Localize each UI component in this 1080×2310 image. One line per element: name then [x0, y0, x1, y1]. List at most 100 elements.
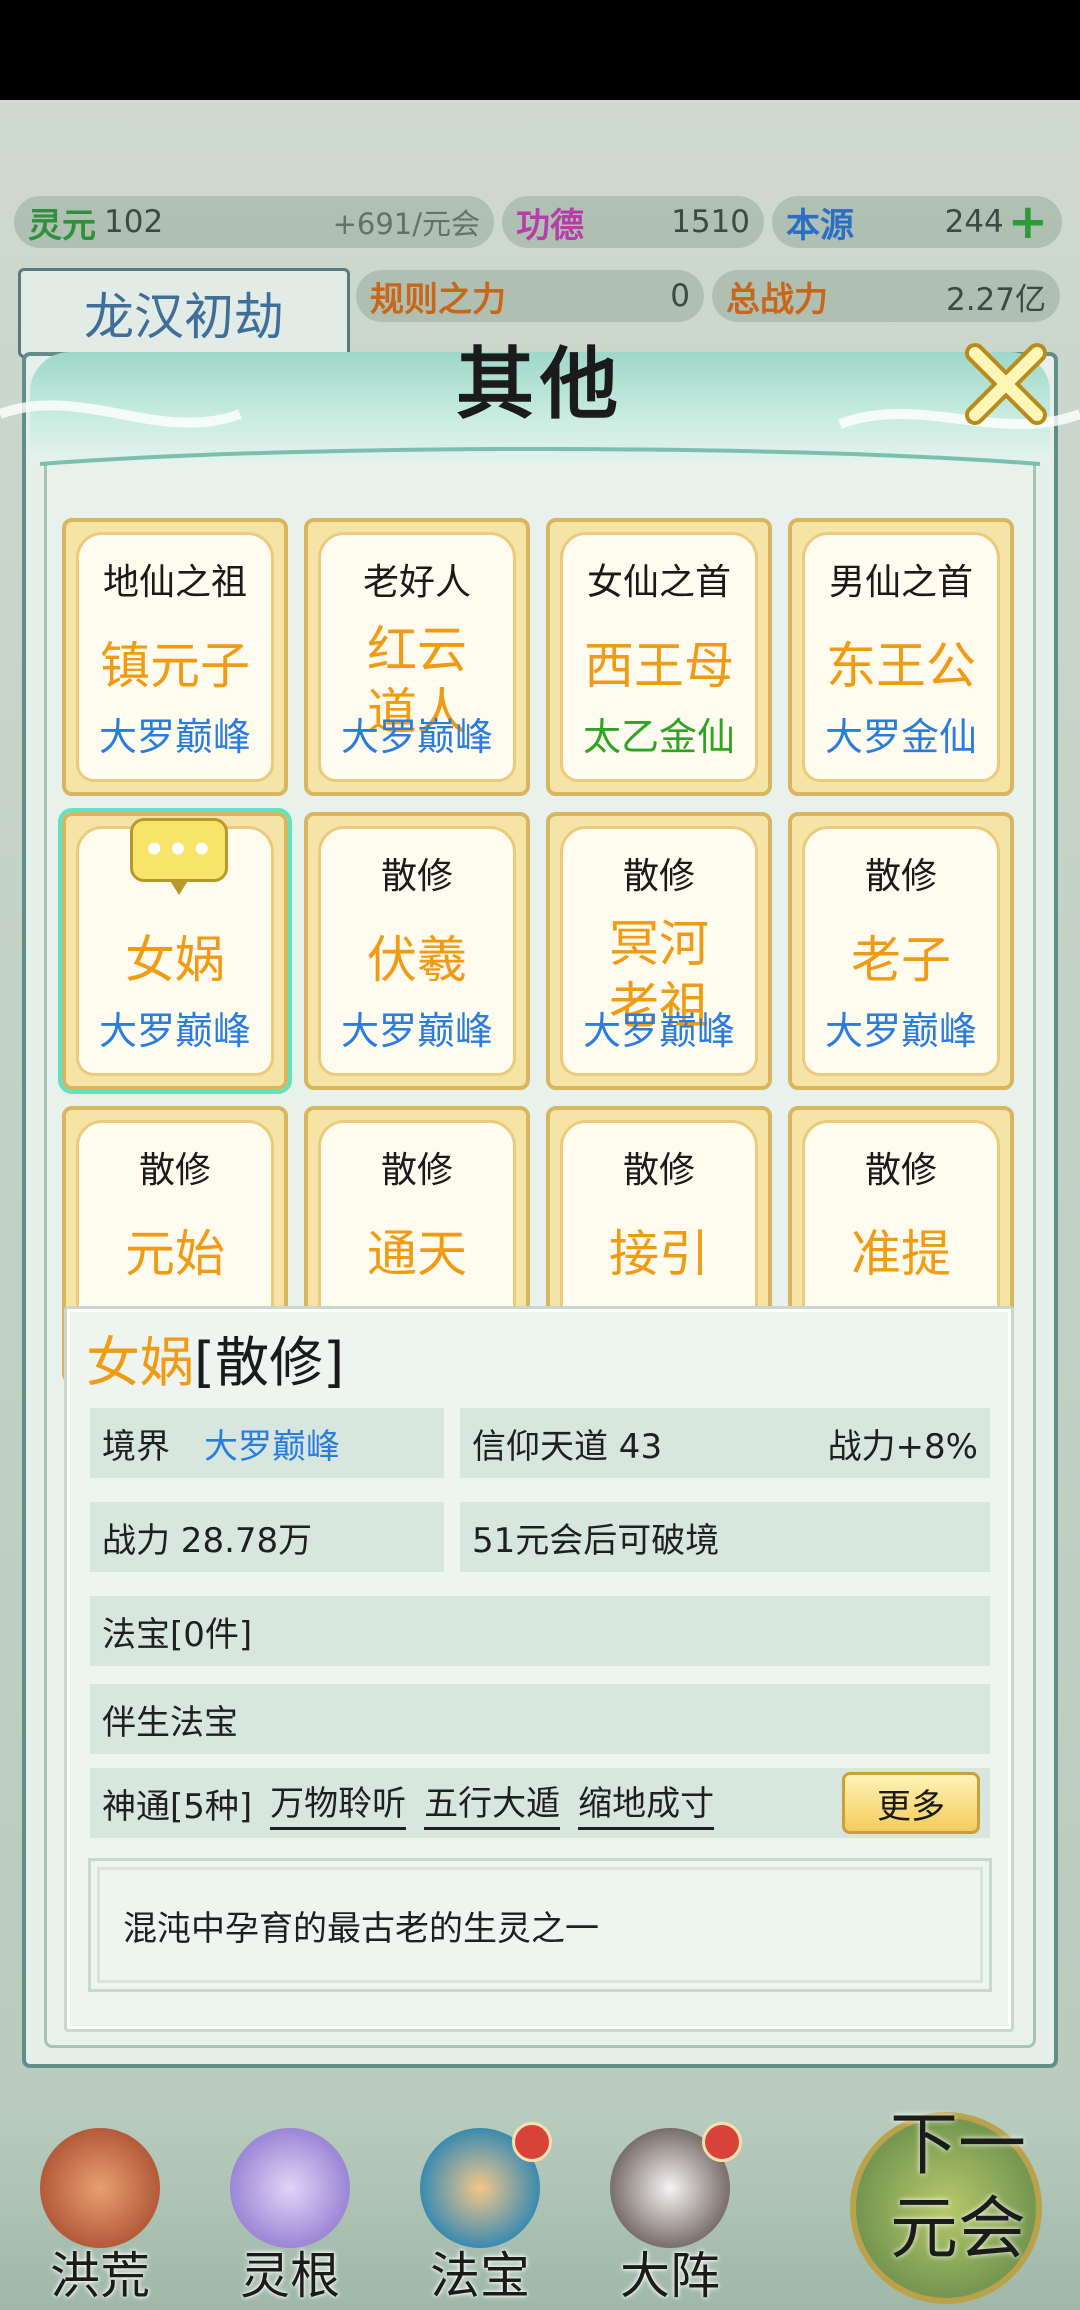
character-card[interactable]: 男仙之首东王公大罗金仙	[788, 518, 1014, 796]
notification-dot-icon	[512, 2122, 552, 2162]
card-face: 散修 老子 大罗巅峰	[802, 826, 1000, 1076]
card-role: 老好人	[362, 562, 471, 603]
card-face: 老好人 红云 道人 大罗巅峰	[318, 532, 516, 782]
nav-fabao[interactable]: 法宝	[390, 2118, 570, 2308]
zhanli-cell: 战力 28.78万	[90, 1502, 444, 1572]
shentong-link-1[interactable]: 万物聆听	[270, 1776, 407, 1830]
xinyang-cell: 信仰天道 43 战力+8%	[460, 1408, 990, 1478]
character-card[interactable]: 散修 伏羲 大罗巅峰	[304, 812, 530, 1090]
character-card[interactable]: 散修 冥河 老祖 大罗巅峰	[546, 812, 772, 1090]
lotus-icon	[230, 2128, 350, 2248]
card-role: 散修	[380, 1150, 453, 1191]
volcano-icon	[40, 2128, 160, 2248]
status-bar	[0, 0, 1080, 100]
next-yuanhui-button[interactable]: 下一 元会	[838, 2104, 1074, 2304]
card-role: 地仙之祖	[102, 562, 247, 603]
card-name: 西王母	[584, 637, 734, 695]
shentong-link-2[interactable]: 五行大遁	[424, 1776, 561, 1830]
lingyuan-label: 灵元	[28, 205, 96, 246]
card-realm: 大罗巅峰	[98, 1009, 251, 1053]
card-name: 老子	[851, 931, 951, 989]
nav-dazhen[interactable]: 大阵	[580, 2118, 760, 2308]
bansheng-cell: 伴生法宝	[90, 1684, 990, 1754]
close-button[interactable]	[960, 338, 1052, 430]
more-button[interactable]: 更多	[842, 1772, 980, 1834]
card-role: 女仙之首	[586, 562, 731, 603]
card-realm: 大罗巅峰	[340, 1009, 493, 1053]
shentong-link-3[interactable]: 缩地成寸	[578, 1776, 715, 1830]
detail-tag: [散修]	[194, 1331, 345, 1394]
character-card[interactable]: 老好人 红云 道人 大罗巅峰	[304, 518, 530, 796]
card-role: 散修	[622, 1150, 695, 1191]
resource-row-2: 规则之力 0 总战力 2.27亿	[356, 270, 1060, 322]
lingyuan-value: 102	[104, 204, 164, 240]
card-name: 伏羲	[367, 931, 467, 989]
card-role: 男仙之首	[828, 562, 973, 603]
detail-name: 女娲	[86, 1331, 194, 1394]
benyuan-value: 244	[944, 204, 1004, 240]
card-realm: 太乙金仙	[582, 715, 735, 759]
guize-value: 0	[670, 278, 690, 314]
notification-dot-icon	[702, 2122, 742, 2162]
card-name: 通天	[367, 1225, 467, 1283]
pojing-cell: 51元会后可破境	[460, 1502, 990, 1572]
card-realm: 大罗巅峰	[98, 715, 251, 759]
card-realm: 大罗巅峰	[340, 715, 493, 759]
card-realm: 大罗巅峰	[824, 1009, 977, 1053]
guize-resource: 规则之力 0	[356, 270, 704, 322]
xinyang-text: 信仰天道 43	[472, 1426, 663, 1467]
chat-bubble-icon[interactable]: •••	[130, 818, 228, 895]
card-realm: 大罗金仙	[824, 715, 977, 759]
zhanli-label: 总战力	[726, 279, 828, 320]
card-face: 男仙之首东王公大罗金仙	[802, 532, 1000, 782]
nav-label-fabao: 法宝	[430, 2247, 530, 2305]
gongde-value: 1510	[671, 204, 750, 240]
next-line-2: 元会	[889, 2190, 1026, 2269]
card-name: 接引	[609, 1225, 709, 1283]
nav-label-honghuang: 洪荒	[50, 2247, 150, 2305]
lingyuan-resource: 灵元 102 +691/元会	[14, 196, 494, 248]
gongde-label: 功德	[516, 205, 584, 246]
card-face: 散修 冥河 老祖 大罗巅峰	[560, 826, 758, 1076]
zhanli-value: 2.27亿	[945, 281, 1046, 318]
fabao-cell: 法宝[0件]	[90, 1596, 990, 1666]
nav-honghuang[interactable]: 洪荒	[10, 2118, 190, 2308]
description-box: 混沌中孕育的最古老的生灵之一	[88, 1858, 992, 1992]
card-name: 元始	[125, 1225, 225, 1283]
character-card[interactable]: 地仙之祖镇元子大罗巅峰	[62, 518, 288, 796]
card-face: 女仙之首西王母太乙金仙	[560, 532, 758, 782]
card-name: 镇元子	[100, 637, 250, 695]
card-role: 散修	[622, 856, 695, 897]
detail-title: 女娲[散修]	[86, 1318, 344, 1397]
guize-label: 规则之力	[370, 279, 506, 320]
card-role: 散修	[864, 856, 937, 897]
card-realm: 大罗巅峰	[582, 1009, 735, 1053]
jingjie-cell: 境界 大罗巅峰	[90, 1408, 444, 1478]
next-yuanhui-label: 下一 元会	[858, 2104, 1058, 2272]
gongde-resource: 功德 1510	[502, 196, 764, 248]
xinyang-bonus: 战力+8%	[827, 1426, 978, 1467]
benyuan-label: 本源	[786, 205, 854, 246]
modal-title: 其他	[455, 339, 624, 430]
card-face: 散修 伏羲 大罗巅峰	[318, 826, 516, 1076]
add-benyuan-icon[interactable]: +	[1008, 198, 1048, 246]
benyuan-resource: 本源 244 +	[772, 196, 1062, 248]
card-face: 地仙之祖镇元子大罗巅峰	[76, 532, 274, 782]
character-card[interactable]: 女仙之首西王母太乙金仙	[546, 518, 772, 796]
character-card[interactable]: 散修 老子 大罗巅峰	[788, 812, 1014, 1090]
card-name: 东王公	[826, 637, 976, 695]
nav-label-linggen: 灵根	[240, 2247, 340, 2305]
card-role: 散修	[380, 856, 453, 897]
resource-row-1: 灵元 102 +691/元会 功德 1510 本源 244 +	[14, 196, 1062, 248]
shentong-label: 神通[5种]	[102, 1786, 253, 1827]
nav-linggen[interactable]: 灵根	[200, 2118, 380, 2308]
jingjie-value: 大罗巅峰	[204, 1426, 340, 1467]
card-name: 准提	[851, 1225, 951, 1283]
card-role: 散修	[138, 1150, 211, 1191]
nav-label-dazhen: 大阵	[620, 2247, 720, 2305]
card-name: 女娲	[125, 931, 225, 989]
close-icon	[965, 343, 1047, 425]
zhanli-resource: 总战力 2.27亿	[712, 270, 1060, 322]
next-line-1: 下一	[889, 2106, 1026, 2185]
card-role: 散修	[864, 1150, 937, 1191]
